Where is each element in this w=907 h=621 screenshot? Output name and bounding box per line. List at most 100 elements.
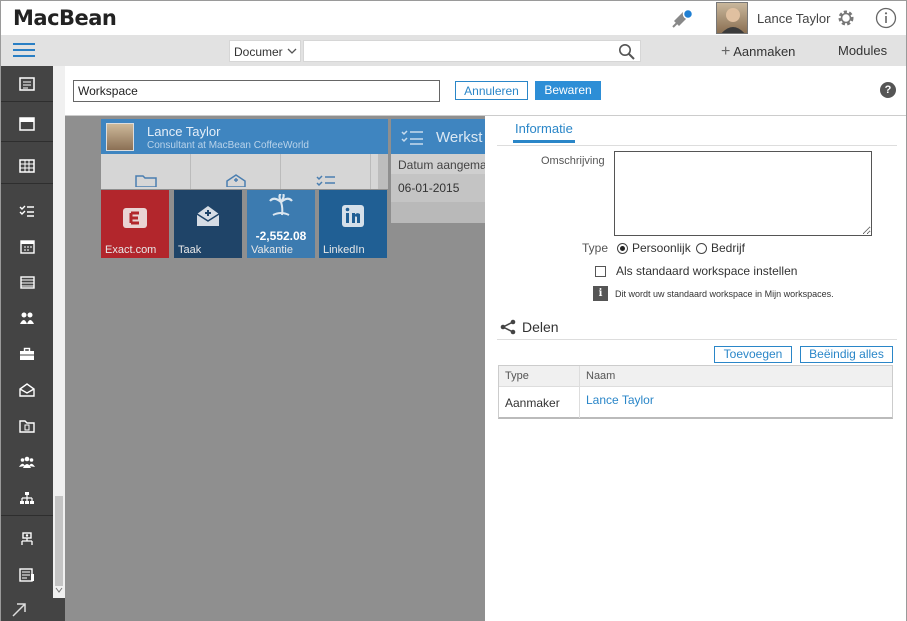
rail-dashboard-icon[interactable] bbox=[1, 66, 53, 102]
type-radio-company[interactable]: Bedrijf bbox=[696, 241, 745, 255]
share-divider bbox=[497, 339, 897, 340]
tile-linkedin: LinkedIn bbox=[319, 190, 387, 258]
profile-tasks-icon bbox=[281, 154, 371, 189]
tab-divider bbox=[497, 145, 897, 146]
tile-exact-label: Exact.com bbox=[105, 244, 157, 256]
workstation-card-header: Werkst bbox=[391, 119, 485, 154]
rail-briefcase-icon[interactable] bbox=[1, 336, 53, 372]
tile-task: Taak bbox=[174, 190, 242, 258]
workspace-settings-panel: Informatie Omschrijving Type Persoonlijk… bbox=[485, 116, 906, 621]
table-row-type: Aanmaker bbox=[499, 387, 580, 418]
checklist-icon bbox=[401, 130, 423, 145]
table-row-name-link[interactable]: Lance Taylor bbox=[580, 387, 892, 418]
rail-calendar-icon[interactable] bbox=[1, 228, 53, 264]
rail-mail-icon[interactable] bbox=[1, 372, 53, 408]
share-label: Delen bbox=[522, 319, 559, 335]
tile-linkedin-label: LinkedIn bbox=[323, 244, 365, 256]
workspace-name-input[interactable] bbox=[73, 80, 440, 102]
type-option-personal: Persoonlijk bbox=[632, 241, 691, 255]
envelope-task-icon bbox=[174, 204, 242, 228]
type-label: Type bbox=[582, 241, 609, 255]
palm-tree-icon bbox=[247, 194, 315, 216]
profile-actions bbox=[101, 154, 388, 189]
modules-button[interactable]: Modules bbox=[838, 43, 887, 58]
profile-documents-icon bbox=[101, 154, 191, 189]
help-icon[interactable]: ? bbox=[880, 82, 896, 98]
default-workspace-checkbox[interactable]: Als standaard workspace instellen bbox=[595, 264, 797, 278]
menu-icon[interactable] bbox=[13, 43, 35, 59]
rail-people-icon[interactable] bbox=[1, 444, 53, 480]
add-button[interactable]: Toevoegen bbox=[714, 346, 792, 363]
workspace-edit-header: Annuleren Bewaren ? bbox=[65, 66, 906, 116]
rail-window-icon[interactable] bbox=[1, 106, 53, 142]
search-type-value: Documer bbox=[234, 45, 283, 59]
user-avatar[interactable] bbox=[716, 2, 748, 34]
rail-documents-icon[interactable] bbox=[1, 408, 53, 444]
profile-role: Consultant at MacBean CoffeeWorld bbox=[147, 140, 309, 151]
workstation-card-title: Werkst bbox=[436, 129, 483, 146]
rail-scrollbar[interactable] bbox=[53, 66, 65, 598]
notification-bell-icon[interactable] bbox=[671, 7, 695, 29]
rail-expand-bar[interactable] bbox=[1, 598, 65, 621]
rail-hierarchy-icon[interactable] bbox=[1, 521, 53, 557]
cancel-button[interactable]: Annuleren bbox=[455, 81, 528, 100]
rail-grid-icon[interactable] bbox=[1, 148, 53, 184]
exact-logo-icon bbox=[101, 204, 169, 230]
rail-report-icon[interactable] bbox=[1, 557, 53, 593]
tile-vacation-value: -2,552.08 bbox=[255, 229, 307, 243]
rail-list-icon[interactable] bbox=[1, 264, 53, 300]
left-rail bbox=[1, 66, 53, 621]
search-input[interactable] bbox=[303, 40, 641, 62]
search-icon[interactable] bbox=[618, 43, 636, 61]
scroll-down-icon[interactable] bbox=[55, 586, 63, 594]
table-header-type: Type bbox=[499, 366, 580, 387]
checkbox-icon[interactable] bbox=[595, 265, 606, 277]
profile-card-header: Lance Taylor Consultant at MacBean Coffe… bbox=[101, 119, 388, 154]
info-note-icon: i bbox=[593, 286, 608, 301]
default-workspace-label: Als standaard workspace instellen bbox=[616, 264, 798, 278]
tile-task-label: Taak bbox=[178, 244, 202, 256]
profile-scrollbar bbox=[378, 154, 388, 189]
share-section-header: Delen bbox=[499, 319, 559, 335]
type-radio-personal[interactable]: Persoonlijk bbox=[617, 241, 691, 255]
rail-tasks-icon[interactable] bbox=[1, 193, 53, 229]
save-button[interactable]: Bewaren bbox=[535, 81, 601, 100]
workstation-card: Werkst Datum aangema 06-01-2015 bbox=[391, 119, 485, 223]
info-icon[interactable] bbox=[875, 7, 897, 29]
rail-organization-icon[interactable] bbox=[1, 480, 53, 516]
tab-informatie[interactable]: Informatie bbox=[513, 121, 575, 143]
workstation-column-header: Datum aangema bbox=[391, 154, 485, 174]
search-type-select[interactable]: Documer bbox=[229, 40, 301, 62]
tile-exact: Exact.com bbox=[101, 190, 169, 258]
nav-bar: Documer + Aanmaken Modules bbox=[1, 35, 906, 66]
table-header-name: Naam bbox=[580, 366, 892, 387]
gear-icon[interactable] bbox=[836, 8, 856, 28]
user-name[interactable]: Lance Taylor bbox=[757, 11, 830, 26]
workspace-overlay: Lance Taylor Consultant at MacBean Coffe… bbox=[65, 116, 485, 621]
expand-arrow-icon[interactable] bbox=[11, 602, 27, 618]
chevron-down-icon bbox=[287, 48, 297, 54]
linkedin-icon bbox=[319, 204, 387, 228]
description-label: Omschrijving bbox=[541, 155, 605, 167]
share-icon bbox=[500, 319, 516, 335]
create-button[interactable]: + Aanmaken bbox=[721, 43, 795, 61]
create-label: Aanmaken bbox=[733, 44, 796, 59]
rail-relations-icon[interactable] bbox=[1, 300, 53, 336]
share-table: Type Naam Aanmaker Lance Taylor bbox=[498, 365, 893, 419]
plus-icon: + bbox=[721, 43, 731, 60]
end-all-button[interactable]: Beëindig alles bbox=[800, 346, 893, 363]
profile-mail-icon bbox=[191, 154, 281, 189]
top-bar: MacBean Lance Taylor bbox=[1, 1, 906, 35]
rail-scrollbar-thumb[interactable] bbox=[55, 496, 63, 586]
app-logo[interactable]: MacBean bbox=[13, 6, 117, 30]
tile-vacation: -2,552.08 Vakantie bbox=[247, 190, 315, 258]
default-workspace-note: Dit wordt uw standaard workspace in Mijn… bbox=[615, 289, 834, 299]
radio-selected-icon[interactable] bbox=[617, 242, 628, 254]
workstation-date: 06-01-2015 bbox=[391, 174, 485, 202]
description-field[interactable] bbox=[614, 151, 872, 236]
profile-avatar bbox=[106, 123, 134, 151]
type-option-company: Bedrijf bbox=[711, 241, 746, 255]
radio-unselected-icon[interactable] bbox=[696, 242, 707, 254]
profile-card: Lance Taylor Consultant at MacBean Coffe… bbox=[101, 119, 388, 189]
profile-name: Lance Taylor bbox=[147, 124, 221, 139]
